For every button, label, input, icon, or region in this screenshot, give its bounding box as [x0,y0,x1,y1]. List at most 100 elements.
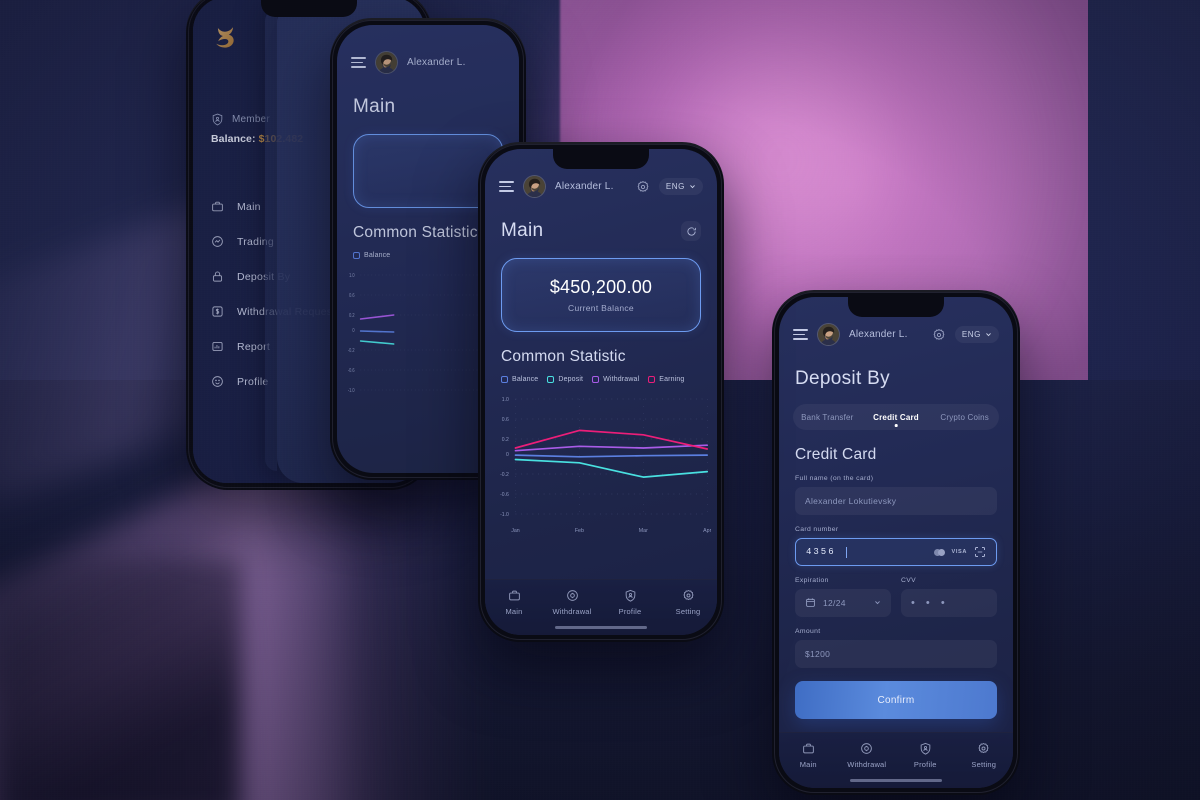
phone-notch [261,0,357,17]
cvv-field-group: CVV • • • [901,577,997,617]
svg-text:-0.6: -0.6 [348,367,355,373]
briefcase-icon [508,590,520,601]
legend-swatch [547,376,555,383]
fullname-field-group: Full name (on the card) Alexander Lokuti… [795,475,997,515]
legend-label: Deposit [558,376,584,383]
username-label: Alexander L. [555,181,614,192]
scan-card-icon[interactable] [974,546,986,558]
legend-item-withdrawal[interactable]: Withdrawal [592,376,639,383]
tab-label: Profile [618,607,642,616]
expiration-label: Expiration [795,577,829,584]
legend-item-deposit[interactable]: Deposit [547,376,583,383]
legend-item-balance[interactable]: Balance [501,376,538,383]
hamburger-icon[interactable] [499,181,514,192]
tab-credit-card[interactable]: Credit Card [862,412,931,427]
chevron-down-icon [985,331,992,338]
chevron-down-icon [874,598,881,608]
dollar-circle-icon [566,590,578,601]
username-label: Alexander L. [849,329,908,340]
cvv-input[interactable]: • • • [901,589,997,617]
briefcase-icon [211,200,224,213]
legend-swatch [353,252,360,259]
refresh-button[interactable] [681,221,701,241]
avatar[interactable] [375,51,398,74]
tab-label: Setting [971,760,997,769]
chart-legend: Balance Deposit Withdrawal Earning [501,376,717,383]
deposit-title-row: Deposit By [779,346,1013,390]
language-label: ENG [961,330,981,339]
form-title-credit-card: Credit Card [795,446,877,463]
legend-item-earning[interactable]: Earning [648,376,684,383]
tab-setting[interactable]: Setting [659,589,717,616]
avatar[interactable] [523,175,546,198]
hamburger-icon[interactable] [793,329,808,340]
svg-text:0: 0 [352,327,354,333]
tab-setting[interactable]: Setting [955,742,1014,769]
legend-label: Withdrawal [603,376,640,383]
background-corner-shadow [0,560,240,800]
gear-icon[interactable] [932,328,946,342]
smiley-icon [211,375,224,388]
balance-caption: Current Balance [568,303,634,313]
phone-notch [848,297,944,317]
home-indicator [850,779,942,782]
tab-profile[interactable]: Profile [601,589,659,616]
page-title: Deposit By [795,368,890,389]
amount-input[interactable]: $1200 [795,640,997,668]
svg-text:0.2: 0.2 [502,437,509,443]
tab-profile[interactable]: Profile [896,742,955,769]
shield-user-icon [625,589,635,602]
refresh-icon [686,226,696,236]
mastercard-icon [933,548,945,556]
active-tab-indicator [894,423,898,427]
legend-swatch [501,376,508,383]
home-indicator [555,626,647,629]
tab-label: Setting [675,607,701,616]
ghost-title-row: Main [337,74,519,118]
cvv-value: • • • [911,597,949,609]
briefcase-icon [802,743,814,754]
svg-text:-0.6: -0.6 [500,492,509,498]
gear-icon[interactable] [636,180,650,194]
tab-withdrawal[interactable]: Withdrawal [838,742,897,769]
text-caret [845,546,847,558]
cardnumber-input[interactable]: 4356 VISA [795,538,997,566]
svg-text:0.6: 0.6 [502,417,509,423]
legend-label: Earning [659,376,685,383]
amount-label: Amount [795,628,821,635]
tab-label: Main [505,607,523,616]
svg-text:Mar: Mar [639,528,648,534]
svg-text:0.6: 0.6 [349,292,355,298]
tab-main[interactable]: Main [779,742,838,769]
confirm-button[interactable]: Confirm [795,681,997,719]
section-title-common-statistic: Common Statistic [501,348,626,365]
tab-label: Crypto Coins [940,412,989,422]
lock-icon [211,270,224,283]
expiration-value: 12/24 [823,598,846,608]
tab-withdrawal[interactable]: Withdrawal [543,589,601,616]
expiration-input[interactable]: 12/24 [795,589,891,617]
fullname-input[interactable]: Alexander Lokutievsky [795,487,997,515]
amount-field-group: Amount $1200 [795,628,997,668]
gear-icon [682,589,694,601]
fullname-label: Full name (on the card) [795,475,874,482]
tab-label: Credit Card [873,412,919,422]
language-selector[interactable]: ENG [954,326,999,343]
balance-amount: $450,200.00 [549,277,653,297]
expiration-cvv-row: Expiration 12/24 CVV • • • [795,577,997,617]
svg-text:-0.2: -0.2 [500,472,509,478]
hamburger-icon[interactable] [351,57,366,68]
shield-user-icon [920,742,931,755]
tab-bank-transfer[interactable]: Bank Transfer [793,413,862,422]
avatar[interactable] [817,323,840,346]
tab-crypto-coins[interactable]: Crypto Coins [930,413,999,422]
legend-label: Balance [512,376,539,383]
language-selector[interactable]: ENG [658,178,703,195]
language-label: ENG [665,182,685,191]
cardnumber-field-group: Card number 4356 VISA [795,526,997,566]
svg-text:Apr: Apr [703,528,711,534]
phone-notch [553,149,649,169]
phone-deposit-screen: Alexander L. ENG Deposit By Bank Transfe… [772,290,1020,795]
tab-main[interactable]: Main [485,589,543,616]
chart-circle-icon [211,235,224,248]
